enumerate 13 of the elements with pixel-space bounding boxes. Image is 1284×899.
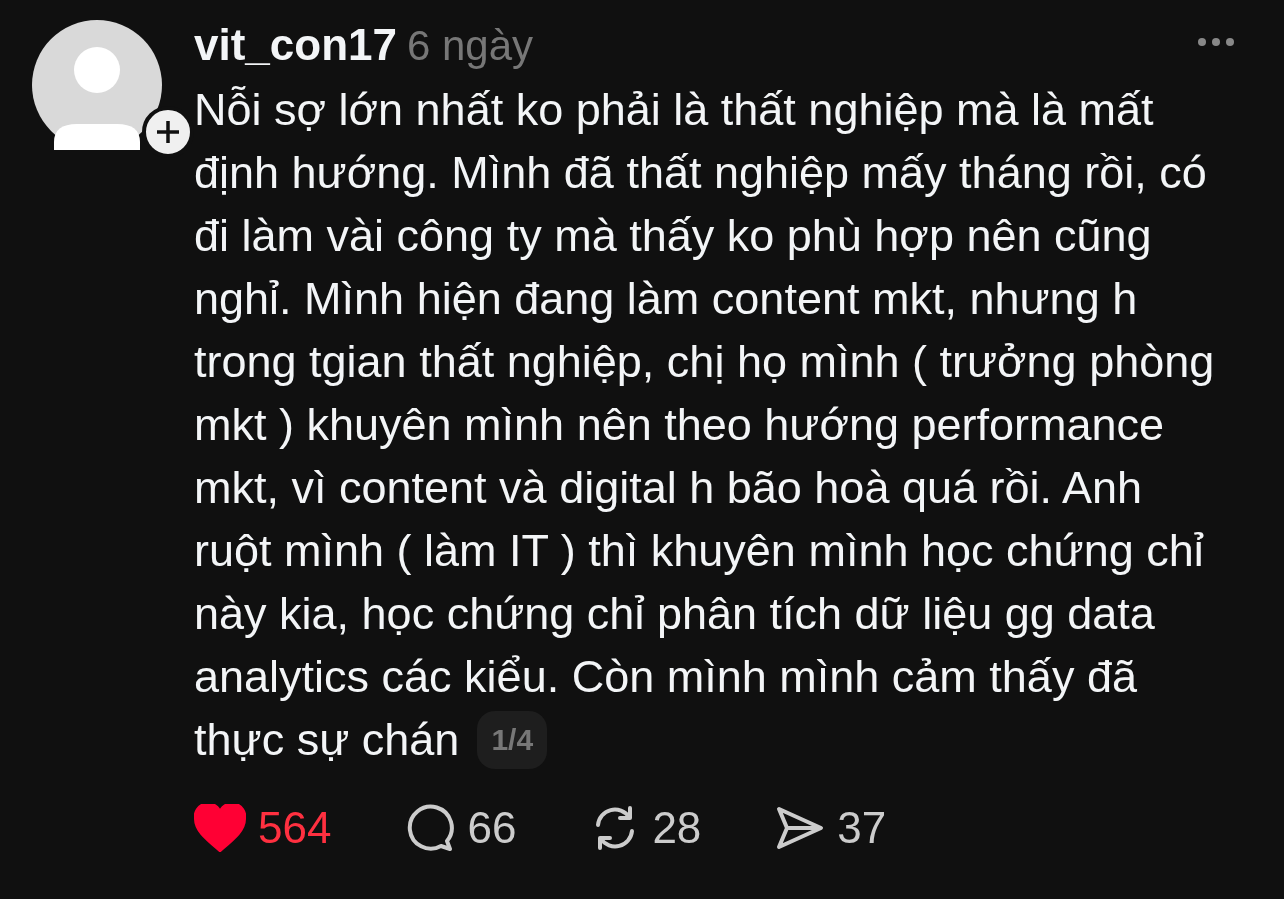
- more-icon[interactable]: [1196, 36, 1236, 48]
- like-button[interactable]: 564: [194, 803, 332, 853]
- speech-bubble-icon: [405, 803, 456, 853]
- username[interactable]: vit_con17: [194, 20, 397, 70]
- avatar[interactable]: [32, 20, 162, 150]
- page-indicator: 1/4: [477, 710, 548, 769]
- heart-icon: [194, 804, 246, 852]
- post-time: 6 ngày: [407, 22, 534, 70]
- send-icon: [775, 805, 826, 851]
- comment-button[interactable]: 66: [405, 803, 517, 853]
- repost-button[interactable]: 28: [590, 803, 702, 853]
- share-button[interactable]: 37: [775, 803, 887, 853]
- post-text: thực sự chán: [194, 713, 460, 767]
